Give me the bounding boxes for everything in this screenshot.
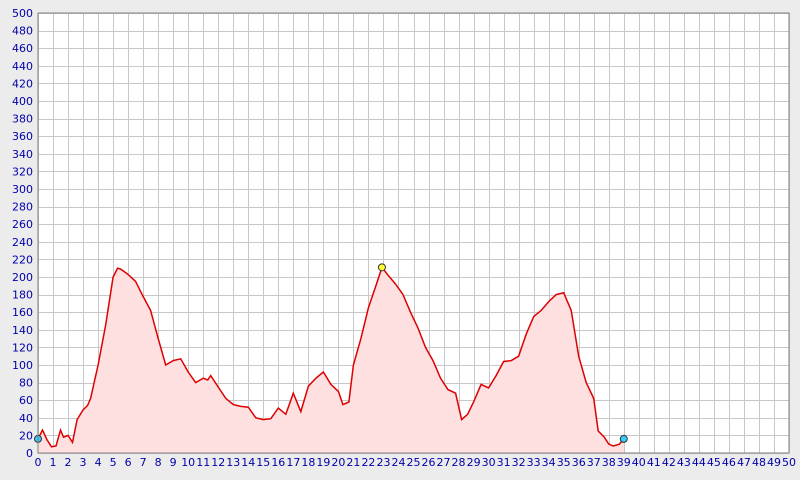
x-tick-label: 40 bbox=[632, 456, 646, 469]
x-tick-label: 22 bbox=[361, 456, 375, 469]
marker-point bbox=[377, 263, 386, 272]
y-tick-label: 380 bbox=[12, 113, 33, 126]
x-tick-label: 5 bbox=[110, 456, 117, 469]
y-axis-ticks: 0 20 40 60 80 100 120 140 160 180 200 220 240 260 280 3… bbox=[12, 7, 33, 460]
x-tick-label: 31 bbox=[497, 456, 511, 469]
y-tick-label: 100 bbox=[12, 359, 33, 372]
x-tick-label: 23 bbox=[376, 456, 390, 469]
y-tick-label: 60 bbox=[19, 394, 33, 407]
x-tick-label: 9 bbox=[170, 456, 177, 469]
x-tick-label: 8 bbox=[155, 456, 162, 469]
x-tick-label: 17 bbox=[286, 456, 300, 469]
x-tick-label: 12 bbox=[211, 456, 225, 469]
y-tick-label: 500 bbox=[12, 7, 33, 20]
x-tick-label: 3 bbox=[80, 456, 87, 469]
x-tick-label: 32 bbox=[512, 456, 526, 469]
y-tick-label: 80 bbox=[19, 377, 33, 390]
x-tick-label: 2 bbox=[65, 456, 72, 469]
x-tick-label: 19 bbox=[316, 456, 330, 469]
x-tick-label: 16 bbox=[271, 456, 285, 469]
x-tick-label: 1 bbox=[50, 456, 57, 469]
x-tick-label: 24 bbox=[391, 456, 405, 469]
x-tick-label: 11 bbox=[196, 456, 210, 469]
y-tick-label: 400 bbox=[12, 95, 33, 108]
x-axis-ticks: 0 1 2 3 4 5 6 7 8 9 10 11 12 13 14 15 16 17 18 19 20 21 22 23 24… bbox=[35, 456, 797, 469]
x-tick-label: 4 bbox=[95, 456, 102, 469]
x-tick-label: 20 bbox=[331, 456, 345, 469]
x-tick-label: 15 bbox=[256, 456, 270, 469]
x-tick-label: 48 bbox=[752, 456, 766, 469]
y-tick-label: 200 bbox=[12, 271, 33, 284]
x-tick-label: 43 bbox=[677, 456, 691, 469]
x-tick-label: 10 bbox=[181, 456, 195, 469]
y-tick-label: 160 bbox=[12, 306, 33, 319]
x-tick-label: 47 bbox=[737, 456, 751, 469]
y-tick-label: 320 bbox=[12, 165, 33, 178]
y-tick-label: 480 bbox=[12, 25, 33, 38]
x-tick-label: 42 bbox=[662, 456, 676, 469]
x-tick-label: 49 bbox=[767, 456, 781, 469]
x-tick-label: 35 bbox=[557, 456, 571, 469]
x-tick-label: 45 bbox=[707, 456, 721, 469]
y-tick-label: 120 bbox=[12, 341, 33, 354]
x-tick-label: 36 bbox=[572, 456, 586, 469]
x-tick-label: 44 bbox=[692, 456, 706, 469]
marker-point bbox=[619, 434, 628, 443]
x-tick-label: 27 bbox=[437, 456, 451, 469]
y-tick-label: 460 bbox=[12, 42, 33, 55]
x-tick-label: 6 bbox=[125, 456, 132, 469]
x-tick-label: 7 bbox=[140, 456, 147, 469]
x-tick-label: 0 bbox=[35, 456, 42, 469]
y-tick-label: 300 bbox=[12, 183, 33, 196]
x-tick-label: 37 bbox=[587, 456, 601, 469]
y-tick-label: 280 bbox=[12, 201, 33, 214]
y-tick-label: 240 bbox=[12, 236, 33, 249]
x-tick-label: 18 bbox=[301, 456, 315, 469]
x-tick-label: 41 bbox=[647, 456, 661, 469]
y-tick-label: 220 bbox=[12, 253, 33, 266]
y-tick-label: 0 bbox=[26, 447, 33, 460]
y-tick-label: 180 bbox=[12, 289, 33, 302]
y-tick-label: 260 bbox=[12, 218, 33, 231]
x-tick-label: 14 bbox=[241, 456, 255, 469]
x-tick-label: 26 bbox=[422, 456, 436, 469]
y-tick-label: 440 bbox=[12, 60, 33, 73]
x-tick-label: 25 bbox=[407, 456, 421, 469]
x-tick-label: 39 bbox=[617, 456, 631, 469]
x-tick-label: 29 bbox=[467, 456, 481, 469]
x-tick-label: 50 bbox=[782, 456, 796, 469]
x-tick-label: 33 bbox=[527, 456, 541, 469]
y-tick-label: 140 bbox=[12, 324, 33, 337]
y-tick-label: 340 bbox=[12, 148, 33, 161]
x-tick-label: 30 bbox=[482, 456, 496, 469]
x-tick-label: 21 bbox=[346, 456, 360, 469]
y-tick-label: 40 bbox=[19, 412, 33, 425]
x-tick-label: 13 bbox=[226, 456, 240, 469]
x-tick-label: 38 bbox=[602, 456, 616, 469]
elevation-chart: 0204060801001201401601802002202402602803… bbox=[12, 7, 797, 469]
y-tick-label: 20 bbox=[19, 429, 33, 442]
y-tick-label: 360 bbox=[12, 130, 33, 143]
x-tick-label: 28 bbox=[452, 456, 466, 469]
x-tick-label: 46 bbox=[722, 456, 736, 469]
y-tick-label: 420 bbox=[12, 77, 33, 90]
x-tick-label: 34 bbox=[542, 456, 556, 469]
